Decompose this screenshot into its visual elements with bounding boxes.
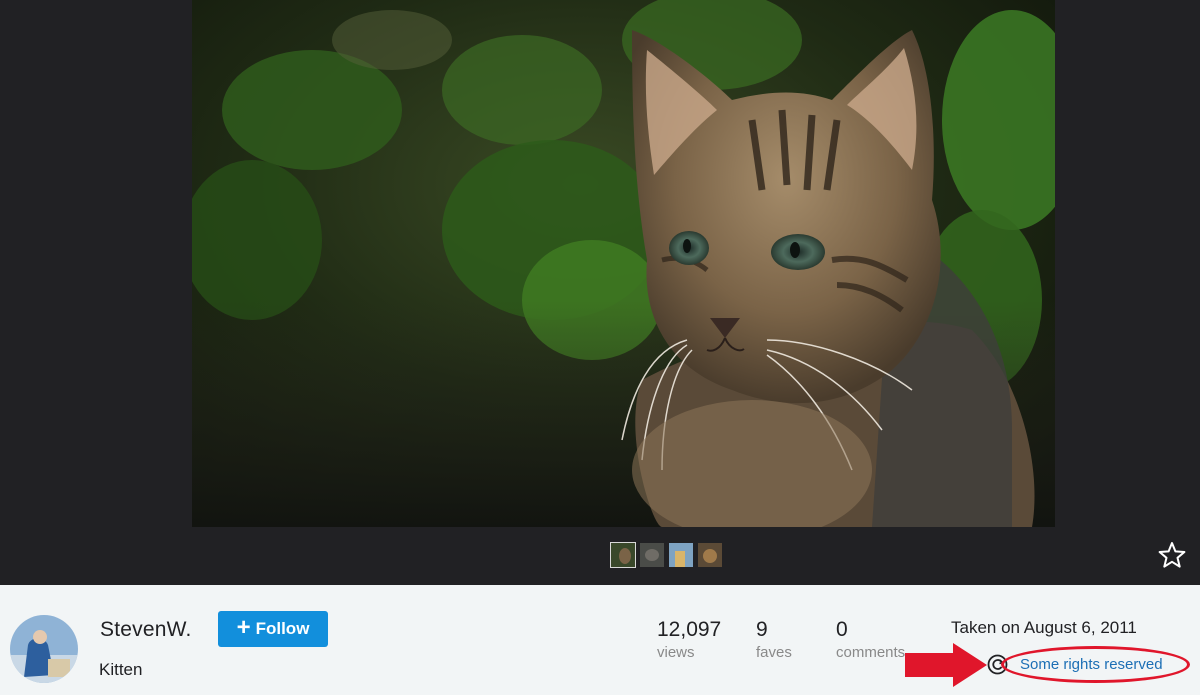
thumbnail-1[interactable] [610, 542, 636, 568]
views-count: 12,097 [657, 618, 722, 641]
comments-count: 0 [836, 618, 848, 641]
plus-icon: + [236, 614, 251, 641]
taken-date: Taken on August 6, 2011 [951, 618, 1137, 637]
comments-stat[interactable]: 0 comments [836, 618, 905, 661]
avatar[interactable] [10, 615, 78, 683]
faves-count: 9 [756, 618, 768, 641]
photo-viewer [0, 0, 1200, 585]
license-row: Some rights reserved [900, 643, 1200, 687]
views-stat: 12,097 views [657, 618, 721, 661]
photo-info-bar: StevenW. + Follow Kitten 12,097 views 9 … [0, 585, 1200, 695]
star-outline-icon[interactable] [1158, 541, 1186, 569]
photostream-thumbnails [610, 542, 722, 568]
thumbnail-3[interactable] [669, 543, 693, 567]
photo-title: Kitten [99, 660, 143, 679]
thumbnail-4[interactable] [698, 543, 722, 567]
red-arrow-icon [905, 643, 987, 687]
kitten-photo-image [192, 0, 1055, 527]
faves-label: faves [756, 644, 792, 661]
follow-button-label: Follow [255, 619, 310, 638]
faves-stat[interactable]: 9 faves [756, 618, 792, 661]
follow-button[interactable]: + Follow [218, 611, 328, 647]
thumbnail-2[interactable] [640, 543, 664, 567]
main-photo[interactable] [192, 0, 1055, 527]
comments-label: comments [836, 644, 906, 661]
photo-page: StevenW. + Follow Kitten 12,097 views 9 … [0, 0, 1200, 695]
owner-username[interactable]: StevenW. [100, 618, 191, 642]
views-label: views [657, 644, 695, 661]
annotation-ellipse [1001, 646, 1190, 683]
